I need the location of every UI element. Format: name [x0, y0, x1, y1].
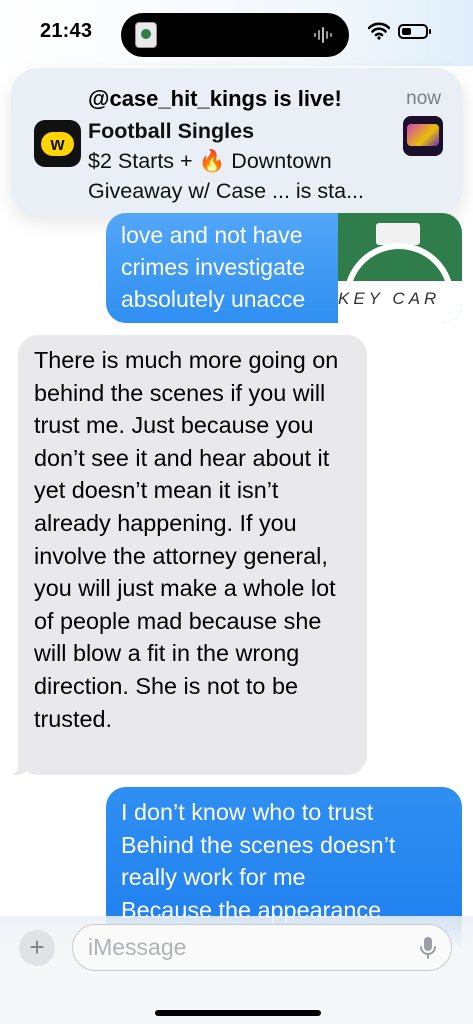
message-line: absolutely unacce: [121, 286, 306, 312]
link-preview-image[interactable]: KEY CAR: [338, 213, 462, 323]
message-input-bar: + iMessage: [0, 916, 473, 1024]
sent-message-text: I don’t know who to trust Behind the sce…: [121, 796, 451, 926]
status-time: 21:43: [40, 20, 93, 42]
received-message-text: There is much more going on behind the s…: [34, 347, 339, 732]
imessage-placeholder: iMessage: [88, 934, 187, 960]
audio-waveform-icon: [314, 27, 332, 43]
notification-thumbnail-image: [403, 116, 443, 156]
sent-message-bubble[interactable]: love and not have crimes investigate abs…: [106, 213, 462, 323]
sent-message-text: love and not have crimes investigate abs…: [121, 219, 371, 315]
message-line: crimes investigate: [121, 254, 306, 280]
link-preview-caption: KEY CAR: [338, 289, 441, 308]
battery-icon: [398, 24, 431, 39]
notification-body-line: Giveaway w/ Case ... is sta...: [88, 179, 365, 203]
live-activity-thumbnail: [135, 22, 157, 48]
notification-time: now: [406, 88, 441, 109]
dynamic-island[interactable]: [121, 13, 349, 57]
add-attachment-button[interactable]: +: [19, 930, 55, 966]
push-notification[interactable]: w @case_hit_kings is live! now Football …: [11, 68, 463, 216]
preview-image-tag: [376, 223, 420, 245]
app-icon-letter: w: [41, 132, 74, 156]
message-line: Behind the scenes doesn’t: [121, 831, 396, 858]
message-line: really work for me: [121, 864, 306, 890]
message-line: I don’t know who to trust: [121, 799, 374, 825]
notification-body: Football Singles $2 Starts + 🔥 Downtown …: [88, 116, 388, 206]
status-bar: 21:43: [0, 0, 473, 66]
home-indicator[interactable]: [155, 1010, 321, 1016]
imessage-input[interactable]: iMessage: [72, 924, 452, 971]
received-message-bubble[interactable]: There is much more going on behind the s…: [4, 335, 367, 776]
notification-title: @case_hit_kings is live!: [88, 86, 342, 111]
notification-body-line: Football Singles: [88, 119, 255, 143]
whatnot-app-icon: w: [34, 120, 81, 167]
notification-body-line: $2 Starts + 🔥 Downtown: [88, 149, 332, 173]
wifi-icon: [368, 22, 390, 40]
microphone-icon[interactable]: [419, 936, 437, 960]
message-line: love and not have: [121, 222, 303, 248]
